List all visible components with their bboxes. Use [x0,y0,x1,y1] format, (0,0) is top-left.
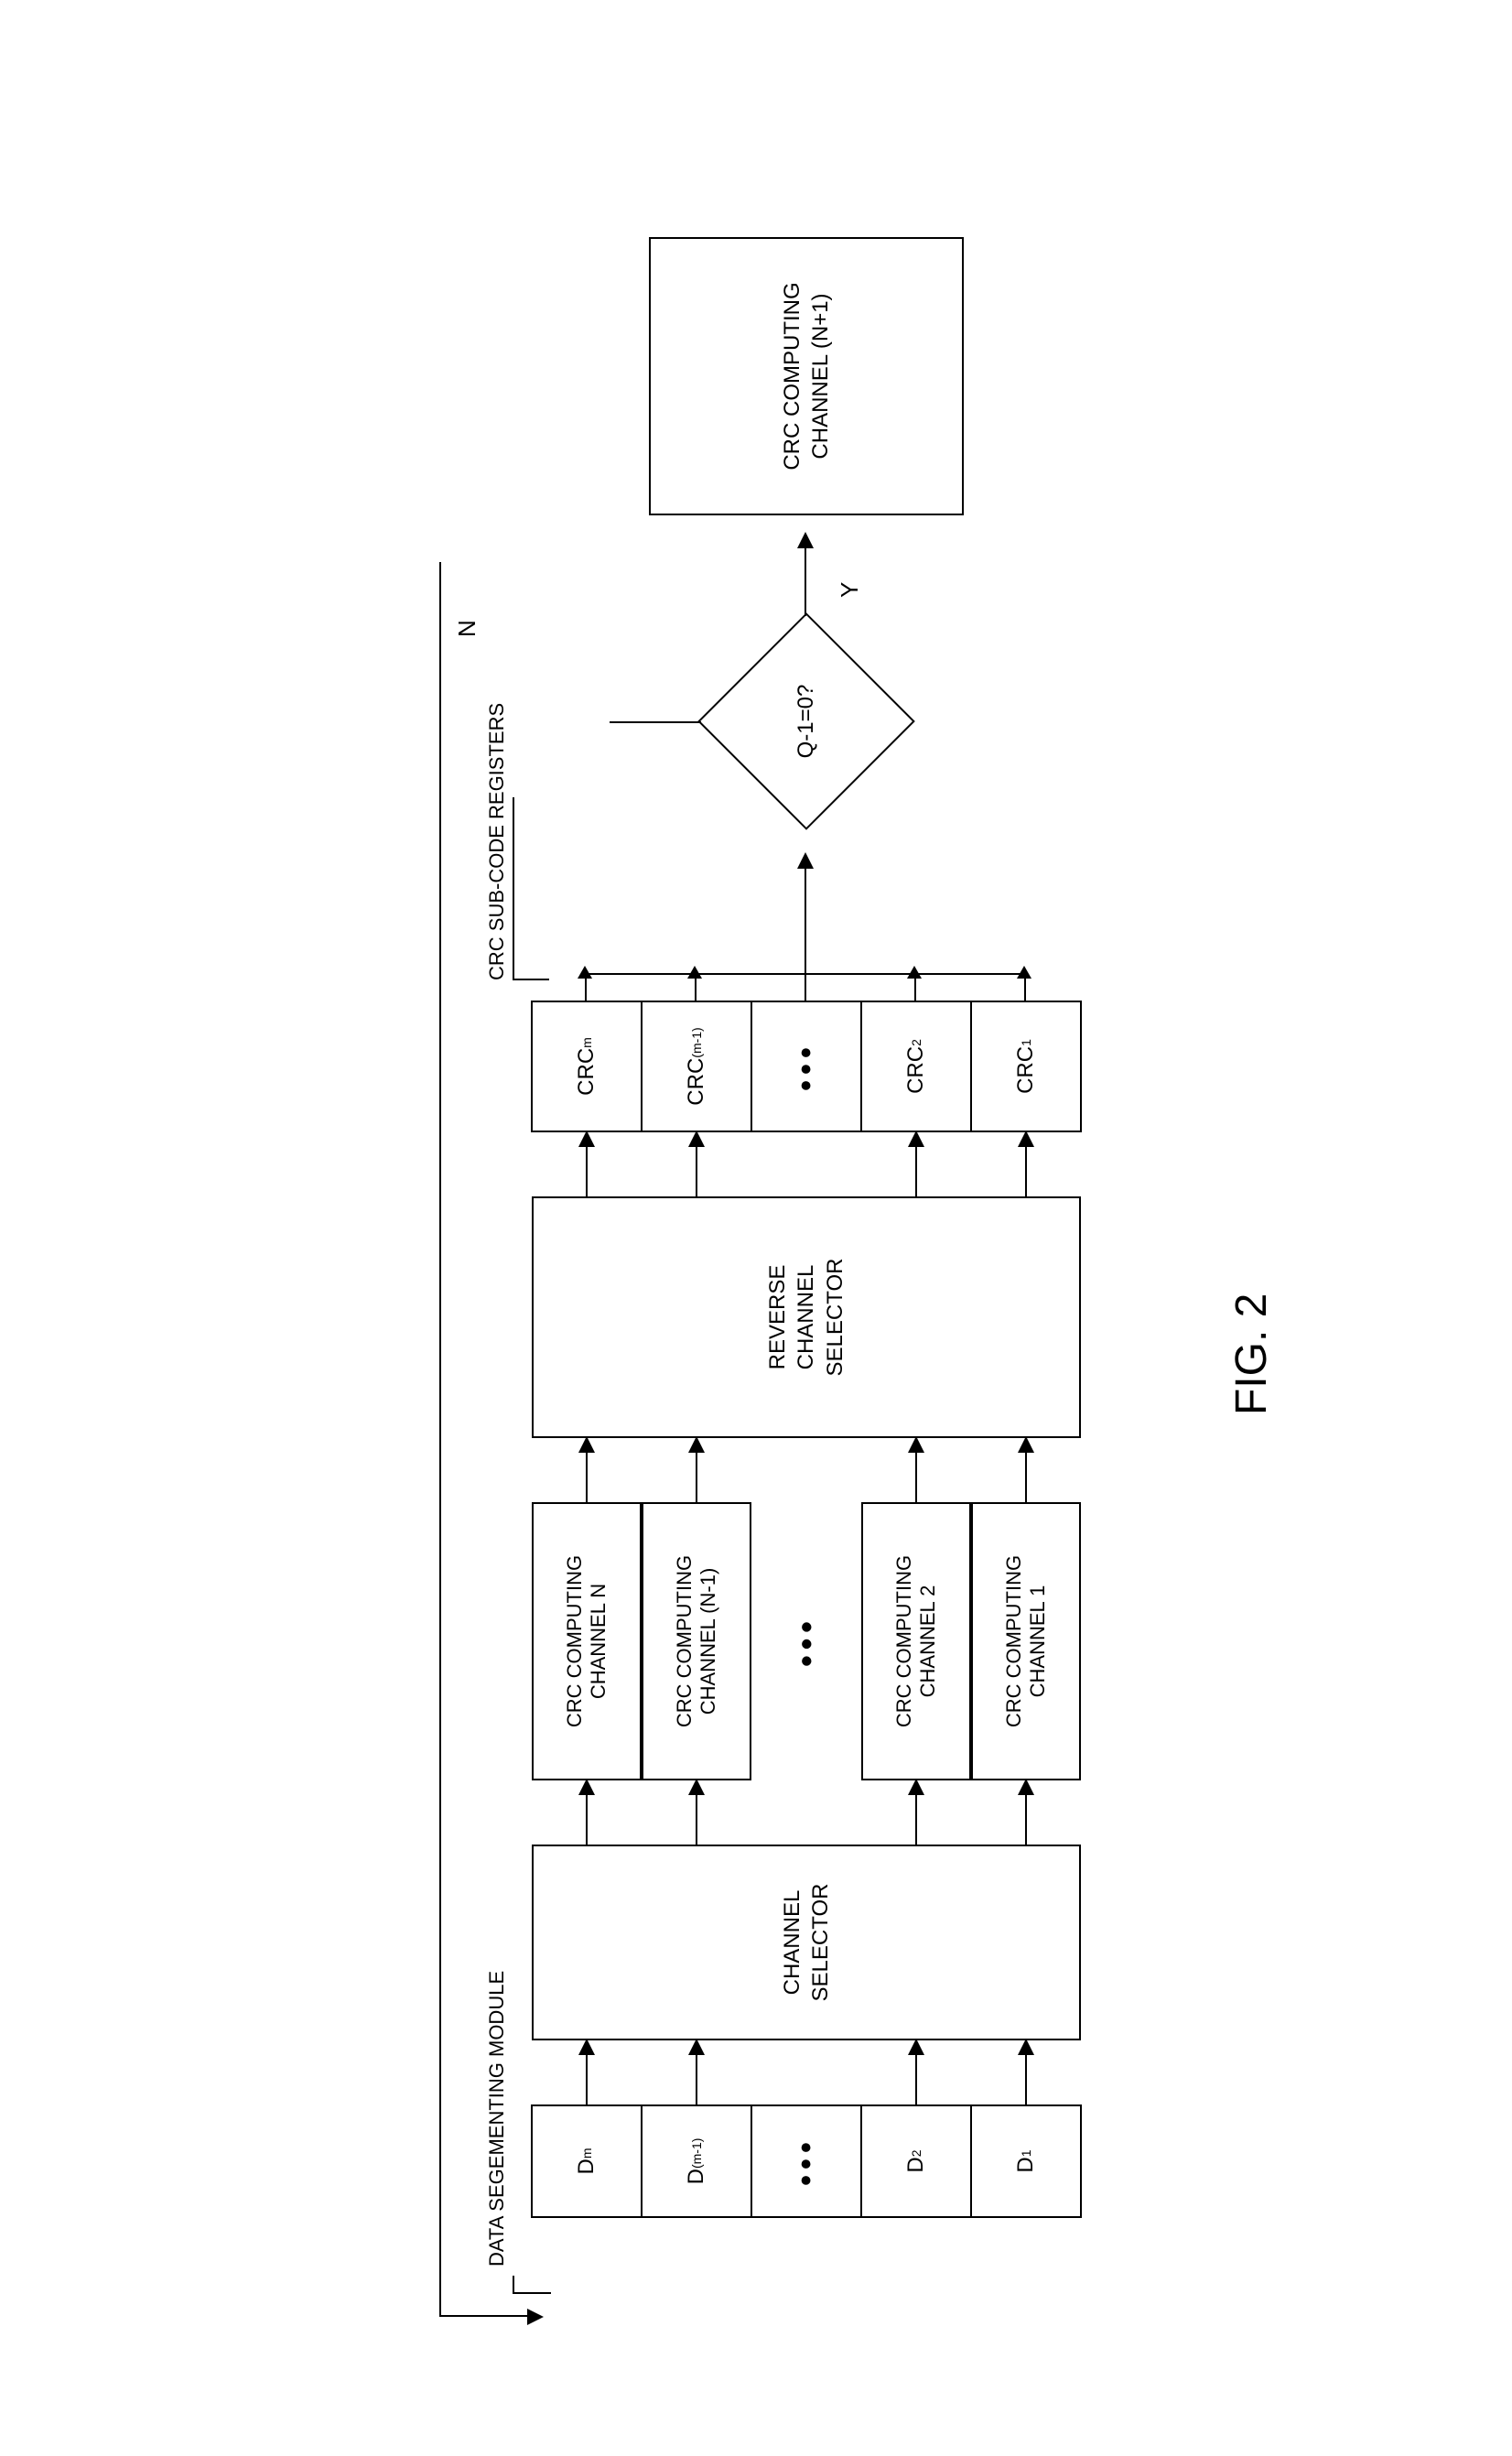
decision-q-1-eq-0: Q-1=0? [701,616,912,827]
arrow-selector-to-compute [1025,1780,1027,1845]
crc-reg-1: CRC1 [972,1002,1080,1131]
arrow-reverse-to-reg [1025,1132,1027,1196]
crc-reg-ellipsis: ••• [752,1002,862,1131]
arrow-compute-to-reverse [915,1438,917,1502]
compute-ellipsis: ••• [751,1502,861,1780]
arrow-selector-to-compute [696,1780,697,1845]
arrow-reverse-to-reg [915,1132,917,1196]
data-segment-m: Dm [533,2106,643,2216]
arrow-selector-to-compute [915,1780,917,1845]
arrow-reg-to-decision [805,854,806,946]
crc-compute-channel-2: CRC COMPUTING CHANNEL 2 [861,1502,971,1780]
figure-caption: FIG. 2 [1226,1293,1277,1415]
data-segmenting-module: Dm D(m-1) ••• D2 D1 [531,2104,1082,2218]
arrow-compute-to-reverse [586,1438,588,1502]
arrow-d-to-selector [696,2040,697,2104]
channel-selector: CHANNEL SELECTOR [532,1845,1081,2040]
crc-compute-channel-n-plus-1: CRC COMPUTING CHANNEL (N+1) [649,237,964,515]
crc-subcode-registers: CRCm CRC(m-1) ••• CRC2 CRC1 [531,1001,1082,1132]
decision-no-label: N [453,620,481,637]
feedback-arrowhead [527,2309,544,2325]
crc-compute-channel-n-1: CRC COMPUTING CHANNEL (N-1) [642,1502,751,1780]
arrow-compute-to-reverse [1025,1438,1027,1502]
crc-reg-2: CRC2 [862,1002,972,1131]
crc-compute-channel-1: CRC COMPUTING CHANNEL 1 [971,1502,1081,1780]
data-segment-1: D1 [972,2106,1080,2216]
crc-reg-m: CRCm [533,1002,643,1131]
arrow-decision-to-final [805,534,806,616]
arrow-compute-to-reverse [696,1438,697,1502]
crc-reg-m-1: CRC(m-1) [643,1002,752,1131]
decision-yes-label: Y [836,582,864,598]
arrow-d-to-selector [1025,2040,1027,2104]
arrow-d-to-selector [915,2040,917,2104]
crc-compute-channel-n: CRC COMPUTING CHANNEL N [532,1502,642,1780]
arrow-selector-to-compute [586,1780,588,1845]
arrow-reverse-to-reg [586,1132,588,1196]
data-segmenting-label: DATA SEGEMENTING MODULE [485,1971,509,2267]
data-segment-ellipsis: ••• [752,2106,862,2216]
arrow-d-to-selector [586,2040,588,2104]
arrow-reverse-to-reg [696,1132,697,1196]
data-segment-2: D2 [862,2106,972,2216]
crc-registers-label: CRC SUB-CODE REGISTERS [485,703,509,980]
data-segment-m-1: D(m-1) [643,2106,752,2216]
reverse-channel-selector: REVERSE CHANNEL SELECTOR [532,1196,1081,1438]
